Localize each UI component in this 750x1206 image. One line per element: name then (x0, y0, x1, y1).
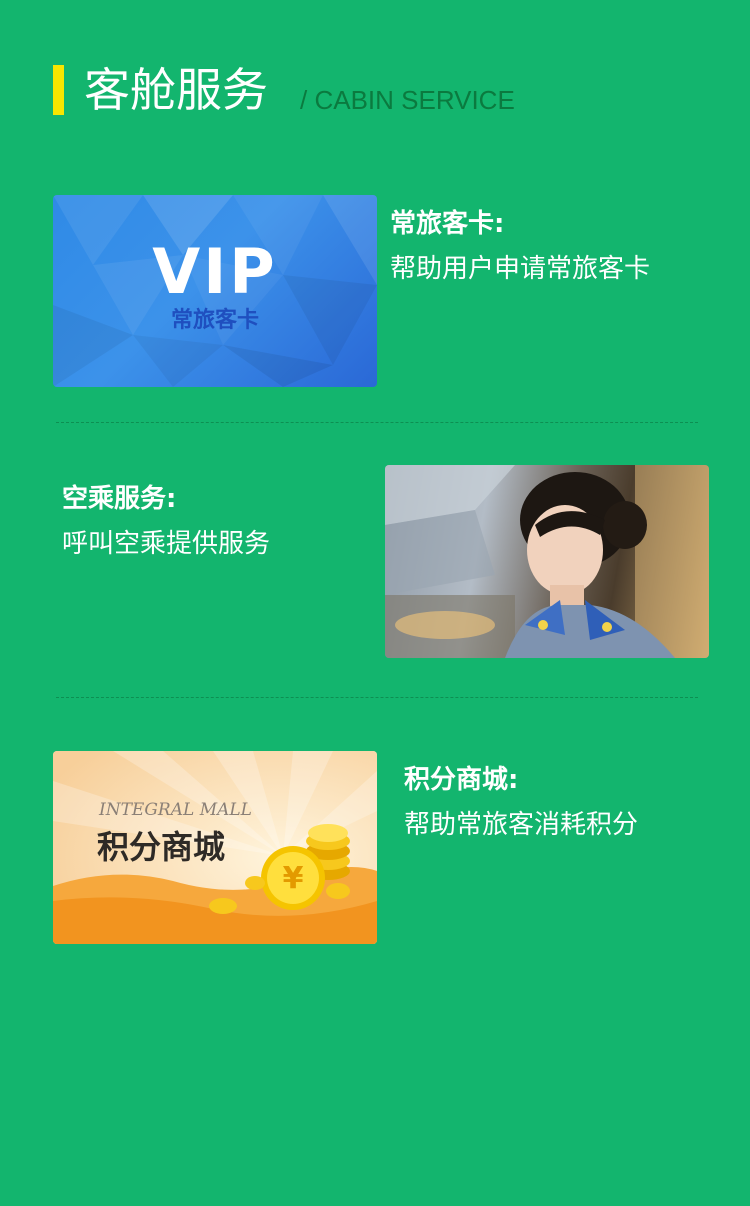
item-description: 帮助用户申请常旅客卡 (390, 254, 651, 284)
vip-card-sub-text: 常旅客卡 (170, 308, 259, 333)
item-description: 帮助常旅客消耗积分 (404, 810, 639, 840)
item-frequent-flyer[interactable]: 常旅客卡: 帮助用户申请常旅客卡 (390, 207, 710, 286)
page-subtitle: / CABIN SERVICE (300, 85, 515, 115)
vip-card-image[interactable]: VIP 常旅客卡 (53, 195, 377, 387)
item-title: 空乘服务: (62, 484, 177, 514)
item-title: 常旅客卡: (390, 209, 505, 239)
divider (56, 697, 698, 698)
integral-mall-english-label: INTEGRAL MALL (99, 800, 252, 820)
integral-mall-image[interactable]: ¥ INTEGRAL MALL 积分商城 (53, 751, 377, 944)
vip-card-main-text: VIP (152, 235, 278, 308)
header-accent-bar (53, 65, 64, 115)
page-header: 客舱服务 / CABIN SERVICE (53, 60, 703, 120)
item-integral-mall[interactable]: 积分商城: 帮助常旅客消耗积分 (404, 763, 724, 842)
flight-attendant-photo[interactable] (385, 465, 709, 658)
page-title: 客舱服务 (84, 63, 268, 117)
integral-mall-chinese-label: 积分商城 (97, 828, 226, 866)
item-cabin-crew[interactable]: 空乘服务: 呼叫空乘提供服务 (62, 482, 382, 561)
svg-text:¥: ¥ (283, 861, 304, 896)
divider (56, 422, 698, 423)
item-title: 积分商城: (404, 765, 519, 795)
item-description: 呼叫空乘提供服务 (62, 529, 271, 559)
